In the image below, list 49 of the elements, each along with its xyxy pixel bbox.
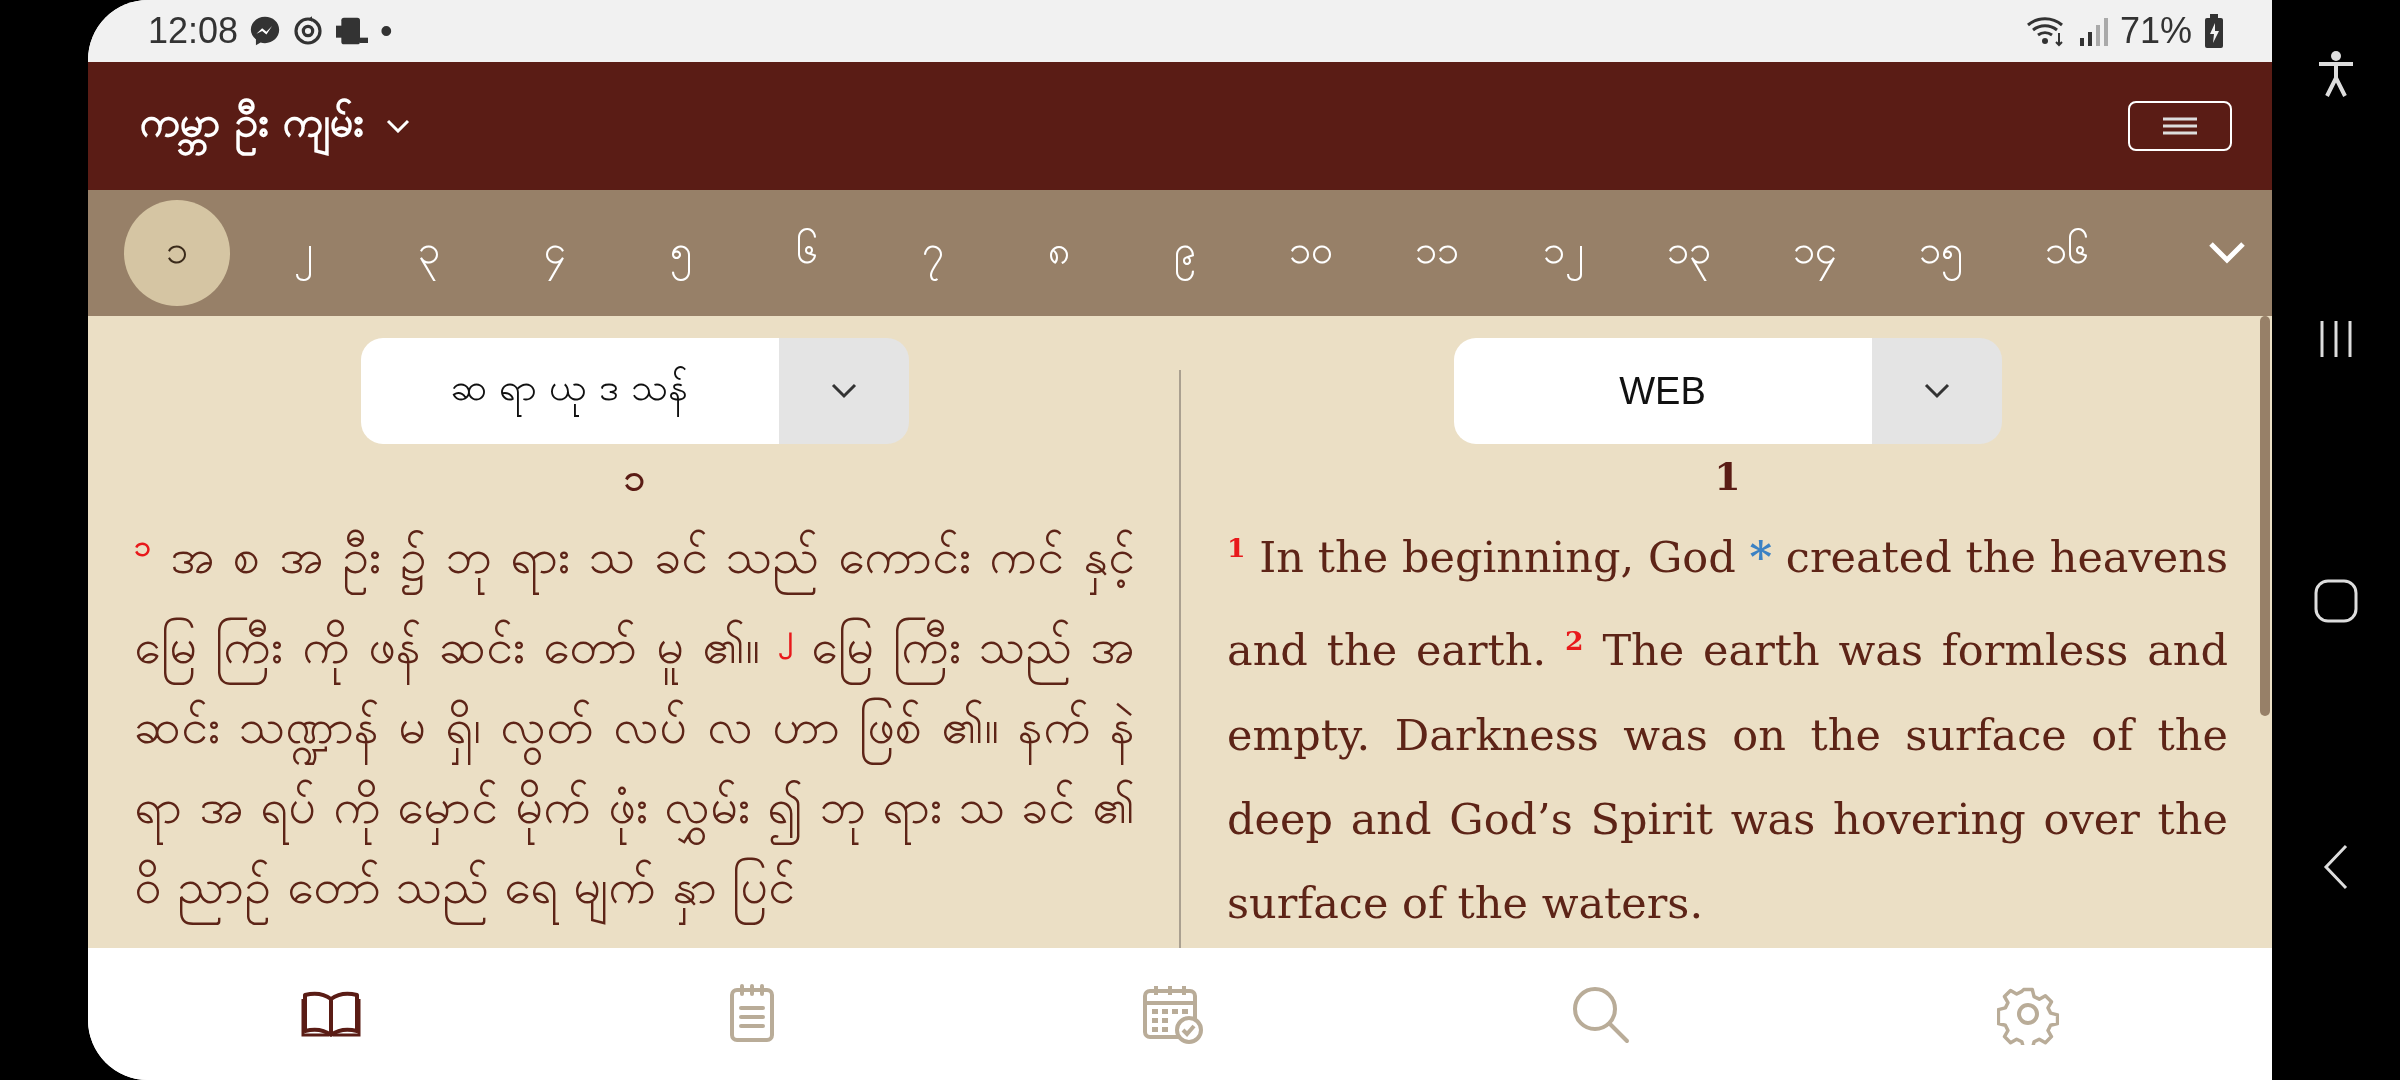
chapter-button[interactable]: ၅ xyxy=(628,200,734,306)
chapter-button[interactable]: ၁၄ xyxy=(1762,200,1868,306)
chapter-button[interactable]: ၇ xyxy=(880,200,986,306)
chapter-button[interactable]: ၃ xyxy=(376,200,482,306)
book-selector[interactable]: ကမ္ဘာ ဦး ကျမ်း xyxy=(140,95,411,157)
accessibility-icon xyxy=(2316,50,2356,98)
chevron-down-icon xyxy=(2208,241,2246,265)
chapter-button[interactable]: ၁၅ xyxy=(1888,200,1994,306)
sync-icon xyxy=(292,15,325,47)
chapter-button[interactable]: ၆ xyxy=(754,200,860,306)
chapter-heading: 1 xyxy=(1714,454,1741,500)
chapter-heading: ၁ xyxy=(624,454,645,500)
chevron-down-icon xyxy=(830,383,857,399)
version-selector[interactable]: WEB xyxy=(1453,338,1872,444)
scroll-bar[interactable] xyxy=(2260,316,2270,716)
menu-button[interactable] xyxy=(2128,101,2232,151)
notification-dot: • xyxy=(380,13,393,49)
chapter-button[interactable]: ၁၀ xyxy=(1258,200,1364,306)
back-button[interactable] xyxy=(2323,843,2349,890)
back-icon xyxy=(2323,843,2349,890)
wifi-icon xyxy=(2025,15,2066,47)
chapter-button[interactable]: ၁၁ xyxy=(1384,200,1490,306)
chapter-button[interactable]: ၂ xyxy=(250,200,356,306)
notepad-icon xyxy=(727,984,776,1044)
verse-text: $^{၁}$ အ စ အ ဦး ၌ ဘု ရား သ ခင် သည် ကောင်း ကင် နှင့် မြေ ကြီး ကို ဖန် ဆင်း တော် မူ ၏။ $^{၂}$ မြေ ကြီး သည် အ ဆင်း သဏ္ဍာန် မ ရှိ၊ လွတ် လပ် လ ဟာ ဖြစ် ၏။ နက် နဲ ရာ အ ရပ် ကို မှောင် မိုက် ဖုံး လွှမ်း ၍ ဘု ရား သ ခင် ၏ ဝိ ညာဉ် တော် သည် ရေ မျက် နှာ ပြင် xyxy=(134,506,1135,926)
chapter-button[interactable]: ၁၆ xyxy=(2014,200,2120,306)
accessibility-button[interactable] xyxy=(2316,50,2356,98)
calendar-icon xyxy=(1141,983,1204,1045)
phone-icon xyxy=(334,15,371,47)
chapter-button[interactable]: ၁၃ xyxy=(1636,200,1742,306)
chevron-down-icon xyxy=(386,119,411,133)
verse-text: $^{1}$ In the beginning, God * created the heavens and the earth. $^{2}$ The earth was formless and empty. Darkness was on the surface of the deep and God’s Spirit was hovering over the surface of the waters. xyxy=(1227,531,2228,930)
version-selector[interactable]: ဆ ရာ ယု ဒ သန် xyxy=(360,338,779,444)
menu-icon xyxy=(2162,116,2198,136)
battery-percent: 71% xyxy=(2119,13,2192,49)
home-button[interactable] xyxy=(2314,579,2358,624)
chapter-button[interactable]: ၄ xyxy=(502,200,608,306)
expand-chapters-button[interactable] xyxy=(2208,241,2246,265)
chapter-button[interactable]: ၉ xyxy=(1132,200,1238,306)
chevron-down-icon xyxy=(1923,383,1950,399)
home-icon xyxy=(2314,579,2358,624)
battery-charging-icon xyxy=(2204,14,2224,48)
chapter-button[interactable]: ၁ xyxy=(124,200,230,306)
chapter-button[interactable]: ၈ xyxy=(1006,200,1112,306)
clock: 12:08 xyxy=(148,13,239,49)
book-icon xyxy=(301,989,362,1039)
chapter-button[interactable]: ၁၂ xyxy=(1510,200,1616,306)
signal-icon xyxy=(2077,16,2108,46)
search-icon xyxy=(1570,984,1631,1044)
